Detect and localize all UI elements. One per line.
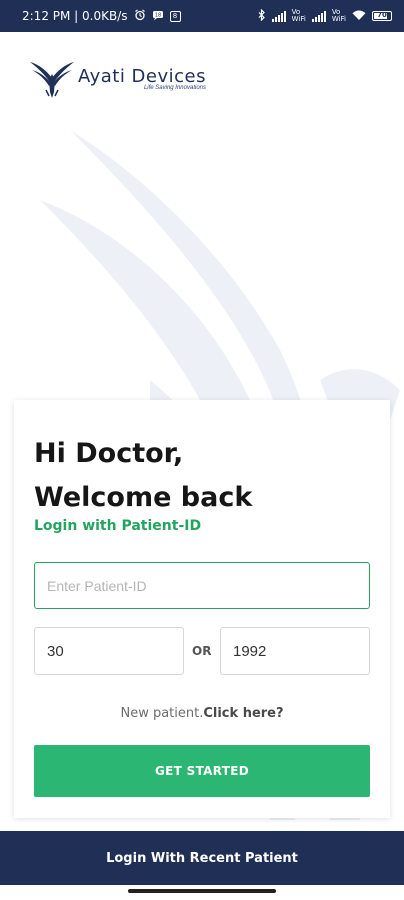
volte-icon: Vo WiFi: [291, 8, 306, 23]
status-bar: 2:12 PM | 0.0KB/s 18 8 Vo WiFi Vo WiFi 70: [0, 0, 404, 32]
home-indicator[interactable]: [128, 889, 276, 893]
age-input[interactable]: 30: [34, 627, 184, 675]
patient-id-input[interactable]: [34, 562, 370, 609]
eagle-logo-icon: [30, 62, 74, 98]
or-label: OR: [192, 644, 212, 658]
bluetooth-icon: [258, 8, 266, 24]
brand-name: Ayati Devices: [78, 65, 206, 87]
svg-text:18: 18: [154, 12, 160, 18]
status-left: 2:12 PM | 0.0KB/s 18 8: [22, 9, 181, 24]
get-started-button[interactable]: GET STARTED: [34, 745, 370, 797]
wifi-icon: [352, 9, 366, 24]
click-here-link[interactable]: Click here?: [203, 706, 283, 721]
battery-icon: 70: [372, 11, 392, 21]
birth-year-input[interactable]: 1992: [220, 627, 370, 675]
greeting-line-2: Welcome back: [34, 482, 253, 513]
time-speed: 2:12 PM | 0.0KB/s: [22, 9, 128, 23]
signal-icon: [311, 10, 326, 22]
login-subtitle: Login with Patient-ID: [34, 518, 202, 534]
message-icon: 18: [152, 9, 164, 24]
login-recent-patient-label: Login With Recent Patient: [106, 850, 298, 866]
alarm-icon: [134, 9, 146, 24]
status-right: Vo WiFi Vo WiFi 70: [258, 8, 392, 24]
login-recent-patient-button[interactable]: Login With Recent Patient: [0, 831, 404, 885]
new-patient-prompt: New patient.Click here?: [14, 706, 390, 721]
greeting: Hi Doctor, Welcome back: [34, 432, 252, 520]
new-patient-text: New patient.: [120, 706, 204, 721]
brand-logo: Ayati Devices Life Saving Innovations: [30, 58, 206, 98]
volte-icon: Vo WiFi: [331, 8, 346, 23]
login-card: Hi Doctor, Welcome back Login with Patie…: [14, 400, 390, 818]
birth-year-value: 1992: [233, 642, 267, 660]
signal-icon: [271, 10, 286, 22]
app-badge-icon: 8: [169, 10, 181, 22]
age-value: 30: [47, 642, 64, 660]
greeting-line-1: Hi Doctor,: [34, 438, 184, 469]
